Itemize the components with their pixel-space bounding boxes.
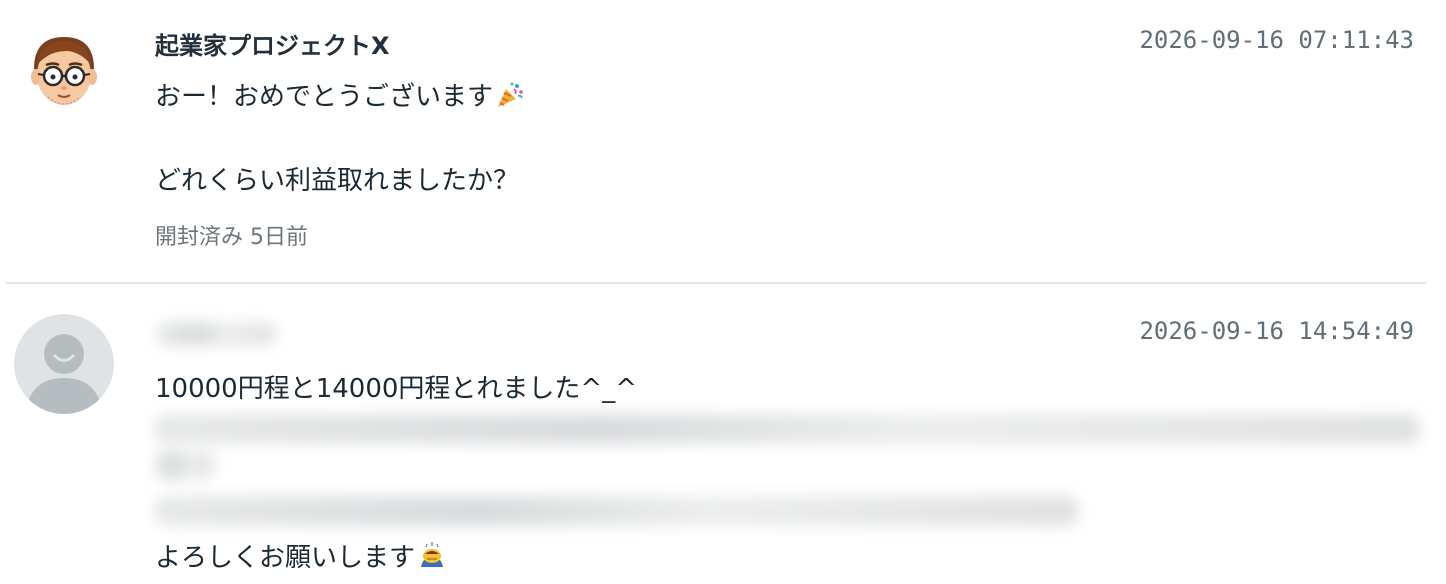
message-text-line: どれくらい利益取れましたか？ [155,166,520,196]
message-timestamp: 2026-09-16 14:54:49 [1139,317,1414,345]
message-item: 起業家プロジェクトX 2026-09-16 07:11:43 おー！おめでとうご… [0,0,1446,283]
avatar[interactable] [14,314,114,414]
avatar[interactable] [24,31,104,111]
bowing-person-icon [417,541,447,571]
redacted-text [154,414,1420,444]
redacted-sender-name [156,322,276,346]
redacted-text [154,496,1078,526]
sender-name[interactable]: 起業家プロジェクトX [155,26,390,61]
message-timestamp: 2026-09-16 07:11:43 [1139,26,1414,54]
redacted-text [154,450,214,480]
read-status: 開封済み 5日前 [155,225,308,250]
cartoon-face-icon [26,33,102,109]
default-user-icon [14,314,114,414]
message-text: おー！おめでとうございます [155,76,525,113]
message-text-line: 10000円程と14000円程とれました^_^ [155,374,637,404]
message-text-line: おー！おめでとうございます [155,82,494,112]
message-text: よろしくお願いします [155,537,447,574]
message-text-line: よろしくお願いします [155,543,416,573]
party-popper-icon [495,80,525,110]
